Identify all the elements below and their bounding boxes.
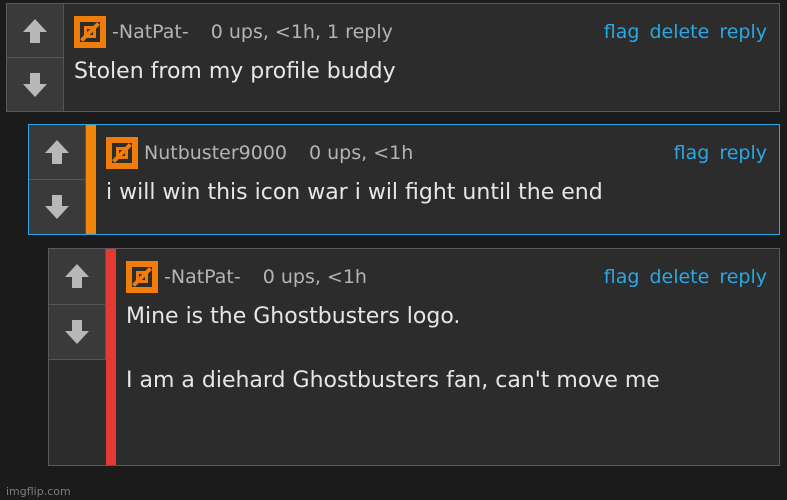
comment-actions: flag reply xyxy=(674,142,767,164)
flag-link[interactable]: flag xyxy=(604,266,640,288)
username[interactable]: -NatPat- xyxy=(164,266,241,288)
arrow-up-icon xyxy=(65,264,89,289)
comment-body: Stolen from my profile buddy xyxy=(74,59,396,84)
ghostbusters-avatar-icon[interactable] xyxy=(74,16,106,48)
delete-link[interactable]: delete xyxy=(649,266,709,288)
downvote-button[interactable] xyxy=(7,57,63,111)
arrow-down-icon xyxy=(65,319,89,344)
upvote-button[interactable] xyxy=(29,125,85,179)
comment-body: Mine is the Ghostbusters logo. I am a di… xyxy=(126,304,660,393)
reply-link[interactable]: reply xyxy=(719,266,767,288)
watermark: imgflip.com xyxy=(6,485,71,498)
upvote-button[interactable] xyxy=(7,4,63,57)
comment-header: -NatPat- 0 ups, <1h flag delete reply xyxy=(126,259,767,295)
comment-meta: 0 ups, <1h, 1 reply xyxy=(210,21,393,43)
vote-column xyxy=(29,125,86,234)
upvote-button[interactable] xyxy=(49,249,105,304)
arrow-up-icon xyxy=(45,140,69,164)
comment-meta: 0 ups, <1h xyxy=(262,266,367,288)
username[interactable]: -NatPat- xyxy=(112,21,189,43)
reply-stripe xyxy=(86,125,96,234)
comment-body: i will win this icon war i wil fight unt… xyxy=(106,180,603,205)
comment-actions: flag delete reply xyxy=(604,21,767,43)
comment-content: Nutbuster9000 0 ups, <1h flag reply i wi… xyxy=(96,125,779,234)
comment-actions: flag delete reply xyxy=(604,266,767,288)
reply-link[interactable]: reply xyxy=(719,142,767,164)
comment-2: Nutbuster9000 0 ups, <1h flag reply i wi… xyxy=(28,124,780,235)
comment-header: -NatPat- 0 ups, <1h, 1 reply flag delete… xyxy=(74,14,767,50)
arrow-down-icon xyxy=(45,195,69,219)
downvote-button[interactable] xyxy=(29,179,85,234)
delete-link[interactable]: delete xyxy=(649,21,709,43)
vote-column xyxy=(49,249,106,360)
comment-header: Nutbuster9000 0 ups, <1h flag reply xyxy=(106,135,767,171)
comment-content: -NatPat- 0 ups, <1h flag delete reply Mi… xyxy=(116,249,779,465)
downvote-button[interactable] xyxy=(49,303,105,360)
flag-link[interactable]: flag xyxy=(674,142,710,164)
flag-link[interactable]: flag xyxy=(604,21,640,43)
vote-column xyxy=(7,4,64,111)
arrow-down-icon xyxy=(23,72,47,97)
comment-3: -NatPat- 0 ups, <1h flag delete reply Mi… xyxy=(48,248,780,466)
ghostbusters-avatar-icon[interactable] xyxy=(106,137,138,169)
username[interactable]: Nutbuster9000 xyxy=(144,142,287,164)
comment-1: -NatPat- 0 ups, <1h, 1 reply flag delete… xyxy=(6,3,780,112)
comment-meta: 0 ups, <1h xyxy=(309,142,414,164)
arrow-up-icon xyxy=(23,18,47,43)
reply-stripe xyxy=(106,249,116,465)
comment-content: -NatPat- 0 ups, <1h, 1 reply flag delete… xyxy=(64,4,779,111)
ghostbusters-avatar-icon[interactable] xyxy=(126,261,158,293)
reply-link[interactable]: reply xyxy=(719,21,767,43)
